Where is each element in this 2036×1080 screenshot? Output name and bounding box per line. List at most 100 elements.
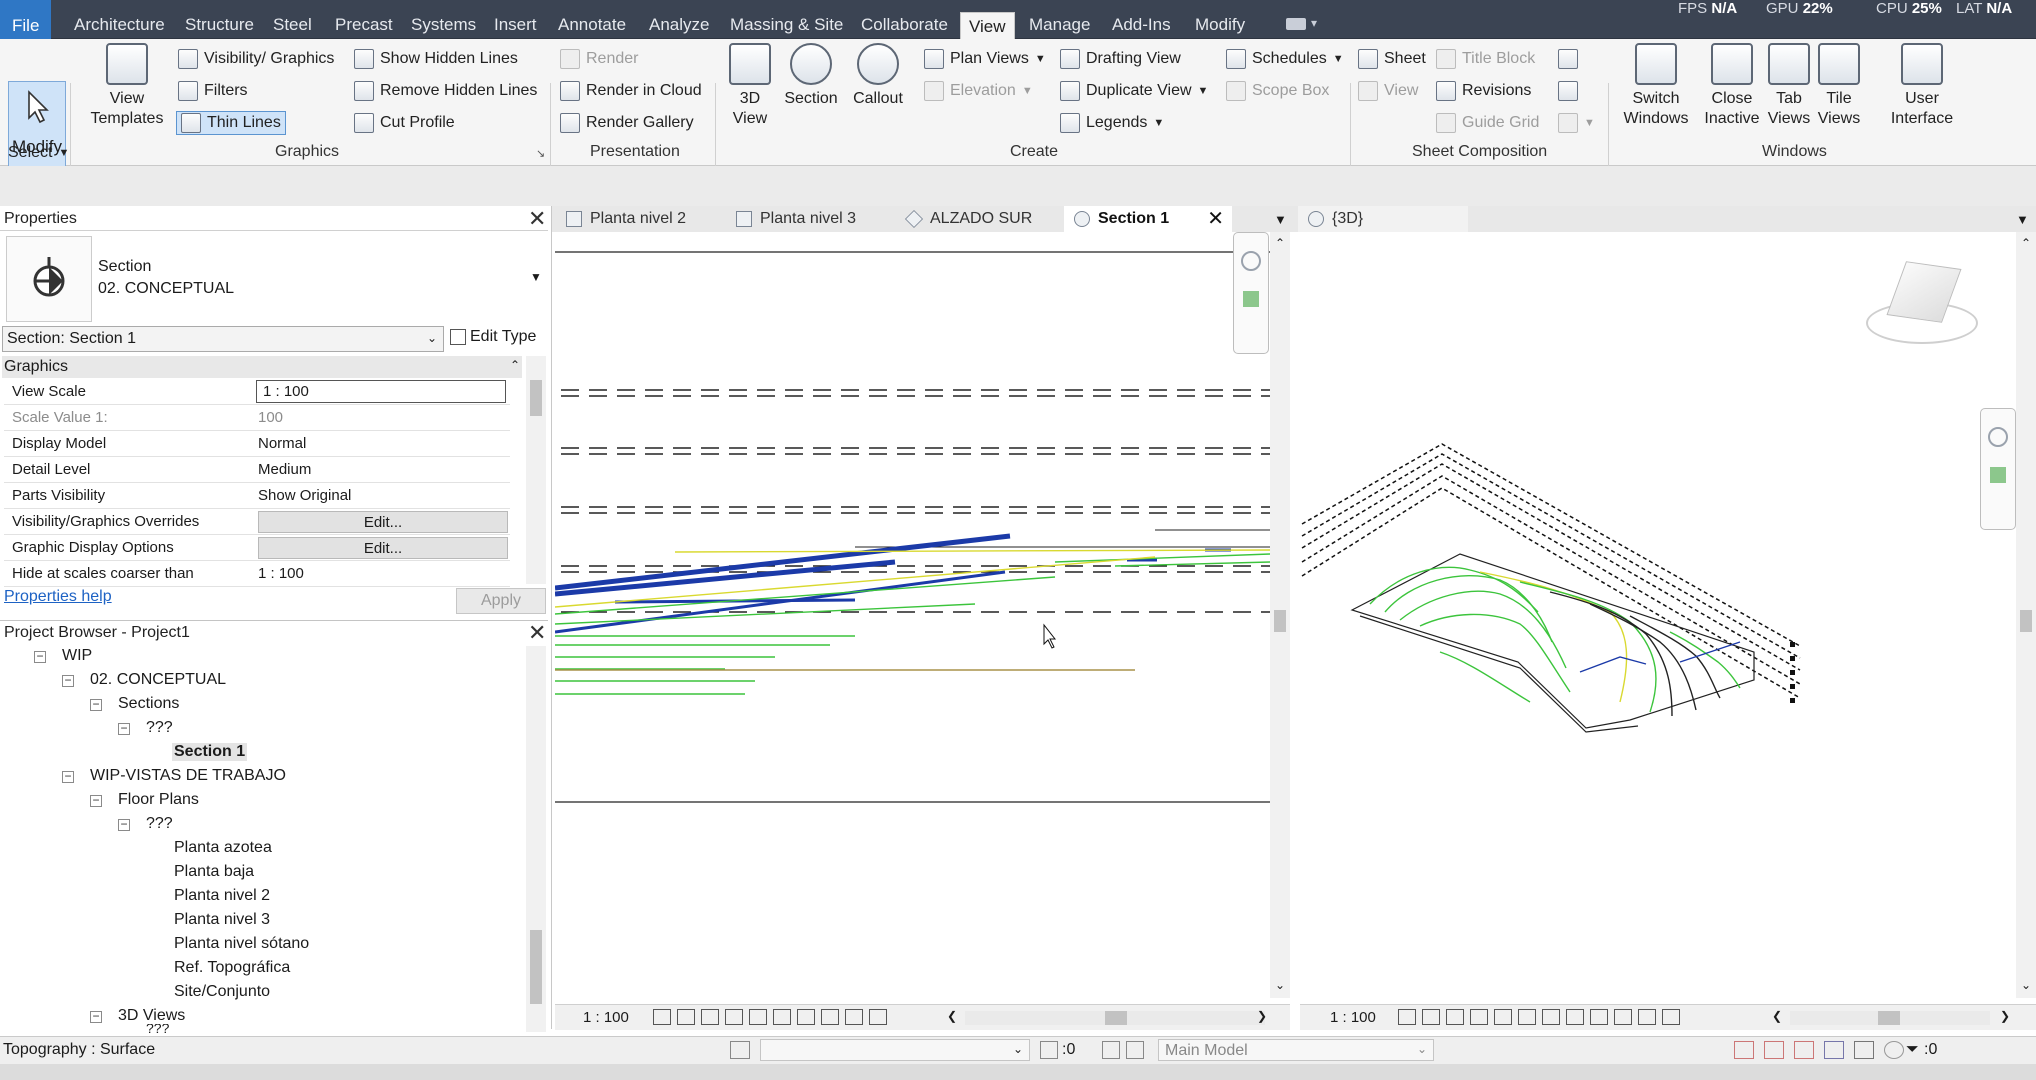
tree-wip-vistas[interactable]: WIP-VISTAS DE TRABAJO — [90, 767, 286, 785]
tree-sections[interactable]: Sections — [118, 695, 179, 713]
view-scale-input[interactable]: 1 : 100 — [256, 380, 506, 403]
render-dialog-icon[interactable] — [1494, 1009, 1512, 1025]
tab-planta-nivel-3[interactable]: Planta nivel 3 — [726, 206, 896, 232]
tab-systems[interactable]: Systems — [411, 0, 476, 39]
tree-floor-plans[interactable]: Floor Plans — [118, 791, 199, 809]
tab-views-button[interactable]: Tab Views — [1764, 43, 1814, 129]
filters-button[interactable]: Filters — [178, 81, 248, 101]
tab-architecture[interactable]: Architecture — [74, 0, 165, 39]
switch-windows-button[interactable]: Switch Windows — [1622, 43, 1690, 129]
collapse-icon[interactable]: − — [118, 818, 130, 831]
tab-3d[interactable]: {3D} — [1298, 206, 1468, 232]
tree-planta-azotea[interactable]: Planta azotea — [174, 839, 272, 857]
close-icon[interactable]: ✕ — [528, 622, 546, 644]
visual-style-icon[interactable] — [1422, 1009, 1440, 1025]
design-option-dropdown[interactable]: Main Model ⌄ — [1158, 1039, 1434, 1061]
tab-insert[interactable]: Insert — [494, 0, 537, 39]
view-scale[interactable]: 1 : 100 — [1330, 1009, 1376, 1026]
scroll-left-icon[interactable]: ❮ — [1772, 1009, 1782, 1023]
tile-views-button[interactable]: Tile Views — [1814, 43, 1864, 129]
select-pinned-icon[interactable] — [1794, 1041, 1814, 1059]
crop-view-icon[interactable] — [749, 1009, 767, 1025]
tab-alzado-sur[interactable]: ALZADO SUR — [896, 206, 1064, 232]
tab-modify[interactable]: Modify — [1195, 0, 1245, 39]
tab-steel[interactable]: Steel — [273, 0, 312, 39]
chevron-down-icon[interactable]: ▾ — [1311, 16, 1317, 30]
tab-structure[interactable]: Structure — [185, 0, 254, 39]
close-inactive-button[interactable]: Close Inactive — [1702, 43, 1762, 129]
drag-elements-icon[interactable] — [1854, 1041, 1874, 1059]
file-tab[interactable]: File — [0, 0, 52, 39]
reveal-hidden-icon[interactable] — [1614, 1009, 1632, 1025]
sheet-button[interactable]: Sheet — [1358, 49, 1426, 69]
collapse-icon[interactable]: − — [34, 650, 46, 663]
collapse-icon[interactable]: − — [90, 794, 102, 807]
highlight-displacement-icon[interactable] — [869, 1009, 887, 1025]
tree-ref-topografica[interactable]: Ref. Topográfica — [174, 959, 290, 977]
tree-02-conceptual[interactable]: 02. CONCEPTUAL — [90, 671, 226, 689]
cut-profile-button[interactable]: Cut Profile — [354, 113, 455, 133]
edit-type-button[interactable]: Edit Type — [450, 328, 536, 346]
schedules-dropdown[interactable]: Schedules ▼ — [1226, 49, 1344, 69]
select-links-icon[interactable] — [1734, 1041, 1754, 1059]
active-option-icon[interactable] — [1126, 1041, 1144, 1059]
show-crop-icon[interactable] — [1542, 1009, 1560, 1025]
filter-icon[interactable]: ⏷ — [1906, 1041, 1919, 1059]
navigation-bar[interactable] — [1980, 408, 2016, 530]
legends-dropdown[interactable]: Legends ▼ — [1060, 113, 1164, 133]
shadows-icon[interactable] — [725, 1009, 743, 1025]
section-view-canvas[interactable] — [555, 232, 1270, 998]
horizontal-scrollbar[interactable] — [1790, 1011, 1990, 1025]
tab-manage[interactable]: Manage — [1029, 0, 1090, 39]
instance-selector[interactable]: Section: Section 1 ⌄ — [2, 326, 444, 352]
tab-annotate[interactable]: Annotate — [558, 0, 626, 39]
crop-view-icon[interactable] — [1518, 1009, 1536, 1025]
callout-button[interactable]: Callout — [846, 43, 910, 109]
select-by-face-icon[interactable] — [1824, 1041, 1844, 1059]
graphic-display-edit-button[interactable]: Edit... — [258, 537, 508, 559]
collapse-icon[interactable]: − — [90, 698, 102, 711]
detail-level-icon[interactable] — [1398, 1009, 1416, 1025]
detail-level-icon[interactable] — [653, 1009, 671, 1025]
tab-list-dropdown-icon[interactable]: ▼ — [2016, 212, 2029, 227]
temporary-hide-icon[interactable] — [1590, 1009, 1608, 1025]
tree-unnamed-group[interactable]: ??? — [146, 815, 173, 833]
properties-help-link[interactable]: Properties help — [4, 588, 112, 606]
render-gallery-button[interactable]: Render Gallery — [560, 113, 694, 133]
section-button[interactable]: Section — [780, 43, 842, 109]
design-options-icon[interactable] — [1102, 1041, 1120, 1059]
tab-precast[interactable]: Precast — [335, 0, 393, 39]
analytical-model-icon[interactable] — [1638, 1009, 1656, 1025]
revisions-button[interactable]: Revisions — [1436, 81, 1531, 101]
visibility-graphics-button[interactable]: Visibility/ Graphics — [178, 49, 334, 69]
properties-scrollbar[interactable] — [526, 356, 546, 584]
close-icon[interactable]: ✕ — [1207, 206, 1224, 232]
tree-wip[interactable]: WIP — [62, 647, 92, 665]
reveal-hidden-icon[interactable] — [821, 1009, 839, 1025]
select-underlay-icon[interactable] — [1764, 1041, 1784, 1059]
tree-planta-baja[interactable]: Planta baja — [174, 863, 254, 881]
tree-unnamed-group[interactable]: ??? — [146, 719, 173, 737]
prop-row[interactable]: Detail Level Medium — [4, 457, 510, 483]
tab-analyze[interactable]: Analyze — [649, 0, 709, 39]
tree-site-conjunto[interactable]: Site/Conjunto — [174, 983, 270, 1001]
3d-view-scrollbar[interactable]: ⌃ ⌄ — [2016, 232, 2036, 998]
visual-style-icon[interactable] — [677, 1009, 695, 1025]
thin-lines-toggle[interactable]: Thin Lines — [176, 111, 286, 135]
analytical-model-icon[interactable] — [845, 1009, 863, 1025]
viewcube[interactable] — [1856, 258, 1988, 362]
collapse-icon[interactable]: − — [90, 1010, 102, 1023]
view-templates-button[interactable]: View Templates — [86, 43, 168, 129]
workset-dropdown[interactable]: ⌄ — [760, 1039, 1030, 1061]
vg-overrides-edit-button[interactable]: Edit... — [258, 511, 508, 533]
show-crop-icon[interactable] — [773, 1009, 791, 1025]
user-interface-button[interactable]: User Interface — [1880, 43, 1964, 129]
render-in-cloud-button[interactable]: Render in Cloud — [560, 81, 702, 101]
prop-row[interactable]: Display Model Normal — [4, 431, 510, 457]
show-hidden-lines-button[interactable]: Show Hidden Lines — [354, 49, 518, 69]
tab-add-ins[interactable]: Add-Ins — [1112, 0, 1171, 39]
matchline-button[interactable] — [1558, 49, 1578, 69]
browser-scrollbar[interactable] — [526, 646, 546, 1032]
scroll-right-icon[interactable]: ❯ — [2000, 1009, 2010, 1023]
prop-row[interactable]: Hide at scales coarser than 1 : 100 — [4, 561, 510, 587]
